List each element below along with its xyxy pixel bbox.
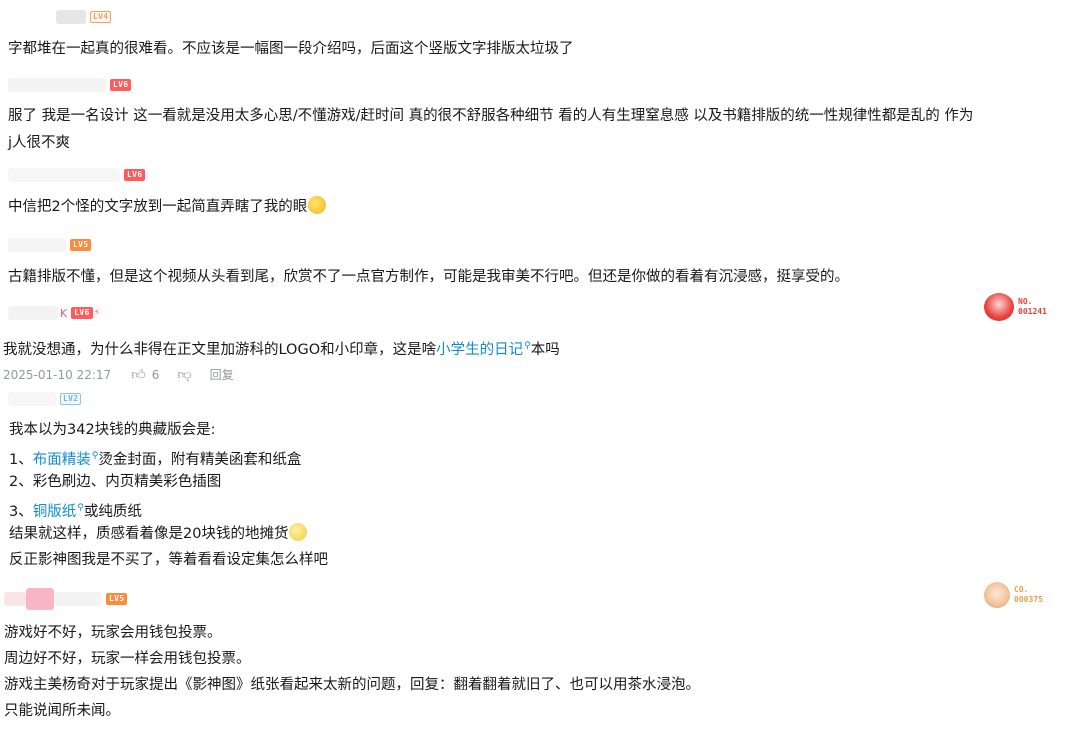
level-badge: LV2	[60, 393, 82, 405]
comment-5-text: 我就没想通，为什么非得在正文里加游科的LOGO和小印章，这是啥小学生的日记⚲本吗	[3, 333, 560, 363]
comment-6-line-1: 我本以为342块钱的典藏版会是:	[9, 422, 216, 438]
laughing-emoji-icon	[308, 196, 327, 214]
comment-5-meta: 2025-01-10 22:17 👍︎ 6 👎︎ 回复	[3, 366, 240, 383]
thumbs-up-icon[interactable]: 👍︎	[131, 366, 146, 383]
level-badge: LV4	[90, 11, 112, 23]
list-number: 1、	[9, 451, 33, 468]
comment-7-user-row: LV5	[4, 588, 128, 610]
search-icon: ⚲	[524, 341, 531, 351]
comment-5-user-row: K LV6 ⚡	[8, 304, 100, 322]
username-blurred[interactable]	[8, 78, 106, 92]
fan-badge-avatar	[984, 293, 1014, 321]
level-badge: LV5	[106, 593, 128, 605]
search-icon: ⚲	[77, 503, 84, 513]
comment-5-text-after: 本吗	[530, 341, 560, 358]
comment-4-user-row: LV5	[8, 236, 92, 254]
comment-2-text-line-2: j人很不爽	[8, 135, 71, 151]
comment-1-user-row: LV4	[56, 8, 112, 26]
username-blurred[interactable]	[4, 592, 26, 606]
comment-6-line-3: 2、彩色刷边、内页精美彩色插图	[9, 474, 222, 490]
thumbs-down-icon[interactable]: 👎︎	[177, 366, 191, 383]
comment-6-user-row: LV2	[8, 390, 82, 408]
list-text: 烫金封面，附有精美函套和纸盒	[98, 451, 302, 468]
comment-6-line-6: 反正影神图我是不买了，等着看看设定集怎么样吧	[9, 552, 328, 568]
list-number: 3、	[9, 503, 33, 520]
username-blurred[interactable]	[8, 306, 58, 320]
timestamp: 2025-01-10 22:17	[3, 367, 112, 382]
comment-3-text-content: 中信把2个怪的文字放到一起简直弄瞎了我的眼	[8, 199, 308, 215]
comment-1-text: 字都堆在一起真的很难看。不应该是一幅图一段介绍吗，后面这个竖版文字排版太垃圾了	[8, 41, 574, 57]
comment-7-line-4: 只能说闻所未闻。	[4, 703, 120, 719]
comment-7-line-1: 游戏好不好，玩家会用钱包投票。	[4, 625, 222, 641]
reply-button[interactable]: 回复	[210, 366, 234, 383]
level-badge: LV6	[110, 79, 132, 91]
list-text: 或纯质纸	[83, 503, 142, 520]
comment-5-text-before: 我就没想通，为什么非得在正文里加游科的LOGO和小印章，这是啥	[3, 341, 437, 358]
username-blurred[interactable]	[56, 10, 86, 24]
search-link[interactable]: 布面精装	[33, 452, 91, 468]
level-badge: LV5	[70, 239, 92, 251]
smile-emoji-icon	[289, 523, 308, 541]
search-link[interactable]: 铜版纸	[33, 504, 77, 520]
comment-7-line-3: 游戏主美杨奇对于玩家提出《影神图》纸张看起来太新的问题，回复：翻着翻着就旧了、也…	[4, 677, 700, 693]
fan-badge[interactable]: NO. 001241	[984, 293, 1047, 321]
username-blurred[interactable]	[8, 168, 120, 182]
fan-badge-digits: 000375	[1014, 595, 1043, 604]
search-link[interactable]: 小学生的日记	[436, 342, 523, 358]
username-blurred-tail	[54, 592, 102, 606]
comment-2-text-line-1: 服了 我是一名设计 这一看就是没用太多心思/不懂游戏/赶时间 真的很不舒服各种细…	[8, 108, 974, 124]
level-badge: LV6	[124, 169, 146, 181]
username-fragment[interactable]: K	[60, 307, 67, 320]
comment-6-line-5-text: 结果就这样，质感看着像是20块钱的地摊货	[9, 526, 289, 542]
comment-4-text: 古籍排版不懂，但是这个视频从头看到尾，欣赏不了一点官方制作，可能是我审美不行吧。…	[8, 269, 849, 285]
fan-badge-avatar	[984, 582, 1010, 608]
comment-7-line-2: 周边好不好，玩家一样会用钱包投票。	[4, 651, 251, 667]
comment-3-user-row: LV6	[8, 166, 146, 184]
level-badge: LV6	[71, 307, 93, 319]
fan-badge-label: NO.	[1018, 297, 1033, 306]
fan-badge-digits: 001241	[1018, 307, 1047, 316]
fan-badge-number: CO. 000375	[1014, 585, 1043, 605]
lightning-icon: ⚡	[93, 308, 100, 318]
fan-badge[interactable]: CO. 000375	[984, 582, 1043, 608]
like-count: 6	[151, 367, 160, 382]
username-blurred[interactable]	[8, 238, 66, 252]
username-blurred[interactable]	[8, 392, 56, 406]
comment-6-line-5: 结果就这样，质感看着像是20块钱的地摊货	[9, 521, 308, 547]
comment-2-user-row: LV6	[8, 76, 132, 94]
comment-3-text: 中信把2个怪的文字放到一起简直弄瞎了我的眼	[8, 194, 327, 220]
fan-badge-number: NO. 001241	[1018, 297, 1047, 317]
username-blurred-highlight	[26, 588, 54, 610]
fan-badge-label: CO.	[1014, 585, 1029, 594]
